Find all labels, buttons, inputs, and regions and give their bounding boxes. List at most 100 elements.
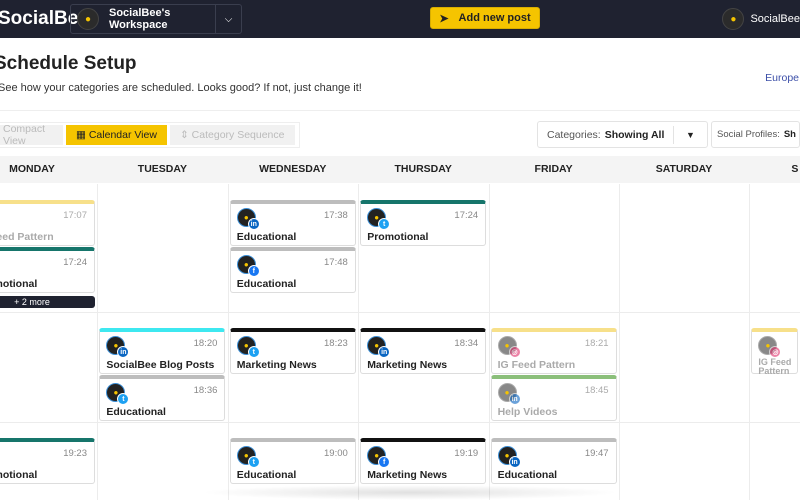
post-slot-card[interactable]: ● ◎ IG Feed Pattern: [751, 328, 799, 376]
column-divider: [619, 184, 620, 500]
post-slot-card[interactable]: ● in 18:34 Marketing News: [360, 328, 487, 374]
post-slot-card[interactable]: ● t 18:23 Marketing News: [229, 328, 356, 374]
social-profiles-filter[interactable]: Social Profiles: Sh: [711, 121, 800, 148]
caret-down-icon[interactable]: ▼: [673, 126, 707, 144]
post-time: 18:36: [193, 385, 218, 396]
row-divider: [0, 312, 800, 313]
post-slot-card[interactable]: ● t 18:36 Educational: [99, 375, 226, 421]
add-new-post-button[interactable]: ➤ Add new post: [430, 7, 540, 29]
post-slot-card[interactable]: ● ◎ 18:21 IG Feed Pattern: [490, 328, 617, 374]
row-divider: [0, 422, 800, 423]
post-slot-card[interactable]: ● f 19:19 Marketing News: [360, 438, 487, 484]
category-label: Educational: [497, 469, 558, 481]
add-new-post-label: Add new post: [458, 12, 531, 24]
scroll-shadow: [200, 485, 620, 500]
user-avatar-icon: ●: [722, 8, 745, 30]
column-divider: [227, 184, 229, 500]
post-slot-card[interactable]: ●t17:24Promotional: [0, 247, 95, 293]
linkedin-icon: in: [247, 218, 260, 230]
category-label: IG Feed Pattern: [497, 359, 576, 371]
post-time: 18:45: [584, 385, 609, 396]
post-slot-card[interactable]: ● in 17:38 Educational: [229, 200, 356, 246]
calendar-icon: ▦: [76, 129, 89, 141]
twitter-icon: t: [117, 393, 130, 405]
show-more-button[interactable]: + 2 more: [0, 296, 95, 308]
twitter-icon: t: [247, 456, 260, 468]
sort-icon: ⇕: [179, 129, 192, 141]
post-slot-card[interactable]: ●t17:24Promotional: [360, 200, 487, 246]
social-profiles-filter-value: Sh: [783, 129, 796, 140]
post-slot-card[interactable]: ● f 17:48 Educational: [229, 247, 356, 293]
categories-filter[interactable]: Categories: Showing All ▼: [537, 121, 708, 148]
paper-plane-icon: ➤: [439, 12, 449, 25]
post-time: 17:38: [324, 210, 348, 221]
category-label: Educational: [236, 278, 297, 290]
workspace-name: SocialBee's Workspace: [109, 7, 171, 31]
post-time: 18:34: [454, 338, 479, 349]
category-label: Educational: [236, 469, 297, 481]
post-time: 17:24: [454, 210, 479, 221]
category-label: Promotional: [0, 278, 38, 290]
post-time: 19:47: [584, 448, 609, 459]
user-name: SocialBee: [750, 13, 800, 25]
post-slot-card[interactable]: ● in 18:45 Help Videos: [490, 375, 617, 421]
facebook-icon: f: [378, 456, 391, 468]
post-slot-card[interactable]: ●◎17:07IG Feed Pattern: [0, 200, 95, 246]
user-menu[interactable]: ● SocialBee: [722, 8, 800, 30]
category-label: Marketing News: [367, 469, 448, 481]
post-time: 19:19: [454, 448, 479, 459]
social-profiles-filter-label: Social Profiles:: [717, 129, 780, 140]
timezone-link[interactable]: Europe: [765, 72, 799, 84]
linkedin-icon: in: [508, 393, 521, 405]
category-label: IG Feed Pattern: [758, 357, 792, 376]
compact-view-button[interactable]: Compact View: [0, 123, 63, 147]
column-divider: [488, 184, 490, 500]
facebook-icon: f: [247, 265, 260, 277]
post-time: 18:23: [324, 338, 348, 349]
post-time: 17:48: [324, 257, 348, 268]
linkedin-icon: in: [117, 346, 130, 358]
day-name-2: WEDNESDAY: [259, 163, 327, 175]
column-divider: [749, 184, 751, 500]
categories-filter-label: Categories:: [547, 128, 601, 141]
category-label: Help Videos: [497, 406, 558, 418]
category-label: Promotional: [0, 469, 38, 481]
page-subtitle: See how your categories are scheduled. L…: [0, 82, 362, 94]
day-name-3: THURSDAY: [394, 163, 452, 175]
linkedin-icon: in: [378, 346, 391, 358]
post-slot-card[interactable]: ● t 19:00 Educational: [229, 438, 356, 484]
post-time: 17:07: [63, 210, 87, 221]
category-label: Marketing News: [236, 359, 317, 371]
divider: [0, 110, 800, 111]
category-sequence-button[interactable]: ⇕ Category Sequence: [169, 125, 295, 145]
categories-filter-value: Showing All: [604, 128, 665, 141]
top-bar: SocialBee ● SocialBee's Workspace ⌵ ➤ Ad…: [0, 0, 800, 38]
post-time: 19:23: [63, 448, 87, 459]
category-sequence-label: Category Sequence: [191, 129, 285, 141]
post-time: 17:24: [63, 257, 87, 268]
day-name-6: S: [791, 163, 799, 175]
post-time: 18:20: [193, 338, 218, 349]
category-label: Promotional: [367, 231, 429, 243]
bee-avatar-icon: ●: [77, 8, 99, 30]
page-title: Schedule Setup: [0, 53, 137, 74]
column-divider: [97, 184, 99, 500]
day-name-4: FRIDAY: [534, 163, 573, 175]
chevron-down-icon[interactable]: ⌵: [215, 5, 241, 33]
post-time: 18:21: [584, 338, 609, 349]
post-slot-card[interactable]: ●t19:23Promotional: [0, 438, 95, 484]
view-switcher: Compact View ▦ Calendar View ⇕ Category …: [0, 122, 300, 148]
calendar-view-button[interactable]: ▦ Calendar View: [66, 125, 167, 145]
workspace-switcher[interactable]: ● SocialBee's Workspace ⌵: [70, 4, 242, 34]
linkedin-icon: in: [508, 456, 521, 468]
column-divider: [358, 184, 360, 500]
post-slot-card[interactable]: ● in 19:47 Educational: [490, 438, 617, 484]
category-label: Marketing News: [367, 359, 448, 371]
twitter-icon: t: [378, 218, 391, 230]
category-label: SocialBee Blog Posts: [106, 359, 215, 371]
category-label: Educational: [106, 406, 166, 418]
post-time: 19:00: [324, 448, 348, 459]
category-label: Educational: [236, 231, 297, 243]
post-slot-card[interactable]: ● in 18:20 SocialBee Blog Posts: [99, 328, 226, 374]
day-name-0: MONDAY: [9, 163, 55, 175]
